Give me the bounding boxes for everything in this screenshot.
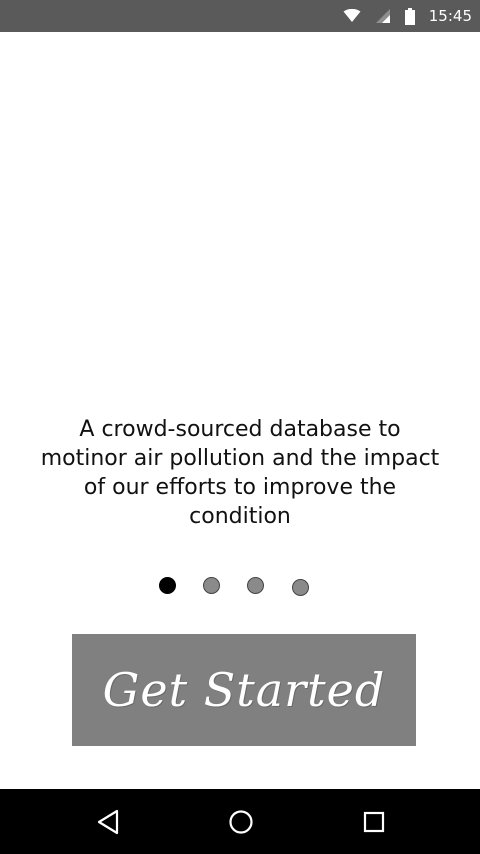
page-indicator-dot-4[interactable] [292, 579, 309, 596]
back-icon [97, 809, 119, 835]
home-icon [229, 810, 253, 834]
recents-button[interactable] [357, 805, 391, 839]
get-started-button[interactable]: Get Started [72, 634, 416, 746]
page-indicator-dot-2[interactable] [203, 577, 220, 594]
page-indicator-dot-3[interactable] [247, 577, 264, 594]
battery-icon [404, 7, 415, 25]
onboarding-description: A crowd-sourced database to motinor air … [40, 417, 440, 529]
recents-icon [363, 811, 385, 833]
signal-icon [375, 9, 390, 23]
back-button[interactable] [91, 805, 125, 839]
home-button[interactable] [224, 805, 258, 839]
navigation-bar [0, 789, 480, 854]
status-icons: 15:45 [343, 0, 472, 32]
status-bar: 15:45 [0, 0, 480, 32]
status-time: 15:45 [428, 7, 472, 25]
wifi-icon [343, 9, 361, 22]
page-indicator-dot-1[interactable] [159, 577, 176, 594]
